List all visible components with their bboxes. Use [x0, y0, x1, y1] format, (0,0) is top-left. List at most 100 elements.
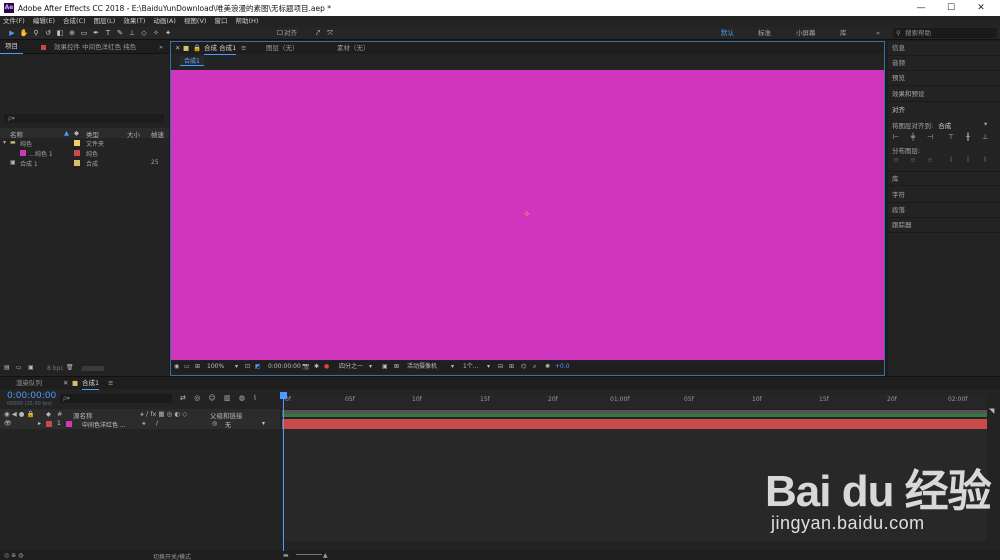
comp-flowchart-icon[interactable]: ⇄	[180, 394, 186, 402]
zoom-dropdown-icon[interactable]: ▾	[235, 361, 238, 373]
tab-footage[interactable]: 素材（无）	[337, 42, 370, 54]
project-search-input[interactable]: ρ▾	[4, 114, 164, 123]
snapshot-icon[interactable]: 📷	[302, 361, 309, 373]
clone-stamp-tool-icon[interactable]: ⊥	[127, 28, 137, 38]
menu-file[interactable]: 文件(F)	[3, 16, 25, 27]
comp-end-marker-icon[interactable]: ◥	[989, 407, 994, 415]
menu-window[interactable]: 窗口	[214, 16, 227, 27]
minimize-button[interactable]: —	[906, 0, 936, 16]
interpret-footage-icon[interactable]: ▤	[4, 364, 10, 371]
close-tab-icon[interactable]: ✕	[63, 377, 68, 389]
toggle-switches-modes-button[interactable]: 切换开关/模式	[153, 552, 191, 560]
panel-library[interactable]: 库	[888, 171, 1000, 186]
resolution-grid-icon[interactable]: ⊞	[195, 361, 200, 373]
align-to-dropdown-icon[interactable]: ▾	[984, 120, 987, 128]
project-row-solids-folder[interactable]: ▾ ▬ 纯色 文件夹	[0, 138, 169, 148]
expand-triangle-icon[interactable]: ▾	[3, 139, 6, 146]
time-ruler[interactable]: 0f 05f 10f 15f 20f 01:00f 05f 10f 15f 20…	[282, 394, 987, 408]
exposure-value[interactable]: +0.0	[555, 361, 570, 373]
parent-pickwhip-icon[interactable]: ◎	[212, 420, 217, 427]
parent-dropdown-icon[interactable]: ▾	[262, 420, 265, 427]
layer-parent-value[interactable]: 无	[225, 420, 231, 429]
tab-layer[interactable]: 图层（无）	[266, 42, 299, 54]
thumbnail-slider[interactable]	[82, 366, 104, 371]
sort-asc-icon[interactable]: ▲	[64, 129, 69, 137]
menu-edit[interactable]: 编辑(E)	[33, 16, 55, 27]
distribute-left-icon[interactable]: ⦀	[947, 156, 955, 164]
close-button[interactable]: ✕	[966, 0, 996, 16]
viewer-timecode[interactable]: 0:00:00:00	[268, 361, 301, 373]
distribute-v-center-icon[interactable]: ≡	[909, 156, 917, 164]
panel-character[interactable]: 字符	[888, 188, 1000, 203]
align-bottom-icon[interactable]: ⊥	[981, 133, 989, 141]
zoom-in-icon[interactable]: ▲	[323, 552, 328, 559]
quality-switch-icon[interactable]: ∕	[156, 420, 158, 427]
type-tool-icon[interactable]: T	[103, 28, 113, 38]
mask-visibility-icon[interactable]: ▭	[184, 361, 190, 373]
zoom-value[interactable]: 100%	[207, 361, 224, 373]
fit-icon[interactable]: ⊞	[509, 361, 514, 373]
delete-icon[interactable]: 🗑	[66, 364, 74, 371]
align-left-icon[interactable]: ⊢	[892, 133, 900, 141]
distribute-bottom-icon[interactable]: ≡	[926, 156, 934, 164]
eraser-tool-icon[interactable]: ◇	[139, 28, 149, 38]
layer-name[interactable]: 中间色洋红色 ...	[82, 420, 126, 429]
resolution-dropdown-icon[interactable]: ▾	[369, 361, 372, 373]
panel-effects-presets[interactable]: 效果和预设	[888, 87, 1000, 102]
tab-timeline-comp[interactable]: 合成1	[82, 377, 100, 390]
current-time-display[interactable]: 0:00:00:00	[7, 391, 56, 401]
collapse-switch-icon[interactable]: ⚹	[142, 420, 146, 428]
shy-layers-icon[interactable]: ☺	[208, 394, 215, 402]
tab-project[interactable]: 项目	[0, 40, 23, 54]
hand-tool-icon[interactable]: ✋	[19, 28, 29, 38]
workspace-default[interactable]: 默认	[721, 27, 734, 40]
rectangle-tool-icon[interactable]: ▭	[79, 28, 89, 38]
views-value[interactable]: 1个...	[463, 361, 479, 373]
panel-menu-icon[interactable]: »	[159, 41, 163, 54]
panel-info[interactable]: 信息	[888, 41, 1000, 56]
lock-icon[interactable]: 🔒	[193, 42, 201, 54]
graph-editor-icon[interactable]: ⌇	[253, 394, 256, 402]
rotate-tool-icon[interactable]: ↺	[43, 28, 53, 38]
menu-layer[interactable]: 图层(L)	[94, 16, 116, 27]
roto-brush-tool-icon[interactable]: ✧	[151, 28, 161, 38]
anchor-point-icon[interactable]: ✧	[523, 210, 531, 220]
layer-label-color[interactable]	[46, 421, 52, 427]
workspace-small-screen[interactable]: 小屏幕	[796, 27, 816, 40]
flowchart-icon[interactable]: ⌬	[521, 361, 526, 373]
maximize-button[interactable]: ☐	[936, 0, 966, 16]
panel-align-title[interactable]: 对齐	[888, 103, 1000, 118]
align-right-icon[interactable]: ⊣	[926, 133, 934, 141]
composition-canvas[interactable]: ✧	[171, 70, 884, 360]
project-row-comp[interactable]: ▣ 合成 1 合成 25	[0, 158, 169, 168]
close-tab-icon[interactable]: ✕	[175, 42, 180, 54]
frame-blending-icon[interactable]: ▥	[224, 394, 231, 402]
label-color-swatch[interactable]	[74, 140, 80, 146]
menu-effect[interactable]: 效果(T)	[123, 16, 145, 27]
puppet-tool-icon[interactable]: ✦	[163, 28, 173, 38]
zoom-tool-icon[interactable]: ⚲	[31, 28, 41, 38]
new-composition-icon[interactable]: ▣	[28, 364, 34, 371]
camera-dropdown-icon[interactable]: ▾	[451, 361, 454, 373]
resolution-value[interactable]: 四分之一	[339, 361, 363, 373]
motion-blur-icon[interactable]: ◍	[239, 394, 245, 402]
tab-render-queue[interactable]: 渲染队列	[16, 377, 42, 389]
status-icons[interactable]: ◎ ⊕ ◍	[4, 552, 23, 559]
workspace-library[interactable]: 库	[840, 27, 847, 40]
distribute-h-center-icon[interactable]: ⦀	[964, 156, 972, 164]
region-of-interest-icon[interactable]: ◩	[255, 361, 261, 373]
workspace-standard[interactable]: 标准	[758, 27, 771, 40]
panel-paragraph[interactable]: 段落	[888, 203, 1000, 218]
menu-help[interactable]: 帮助(H)	[235, 16, 258, 27]
bit-depth-label[interactable]: 8 bpc	[47, 365, 64, 372]
menu-animation[interactable]: 动画(A)	[153, 16, 176, 27]
label-color-swatch[interactable]	[74, 150, 80, 156]
align-to-value[interactable]: 合成	[938, 122, 951, 130]
transparency-grid-icon[interactable]: ⊠	[394, 361, 399, 373]
expand-layer-icon[interactable]: ▸	[38, 420, 41, 427]
tab-menu-icon[interactable]: ≡	[241, 42, 246, 54]
workspace-more-button[interactable]: »	[876, 27, 880, 40]
pen-tool-icon[interactable]: ✒	[91, 28, 101, 38]
pixel-aspect-icon[interactable]: ⊟	[498, 361, 503, 373]
visibility-eye-icon[interactable]: 👁	[4, 420, 12, 427]
